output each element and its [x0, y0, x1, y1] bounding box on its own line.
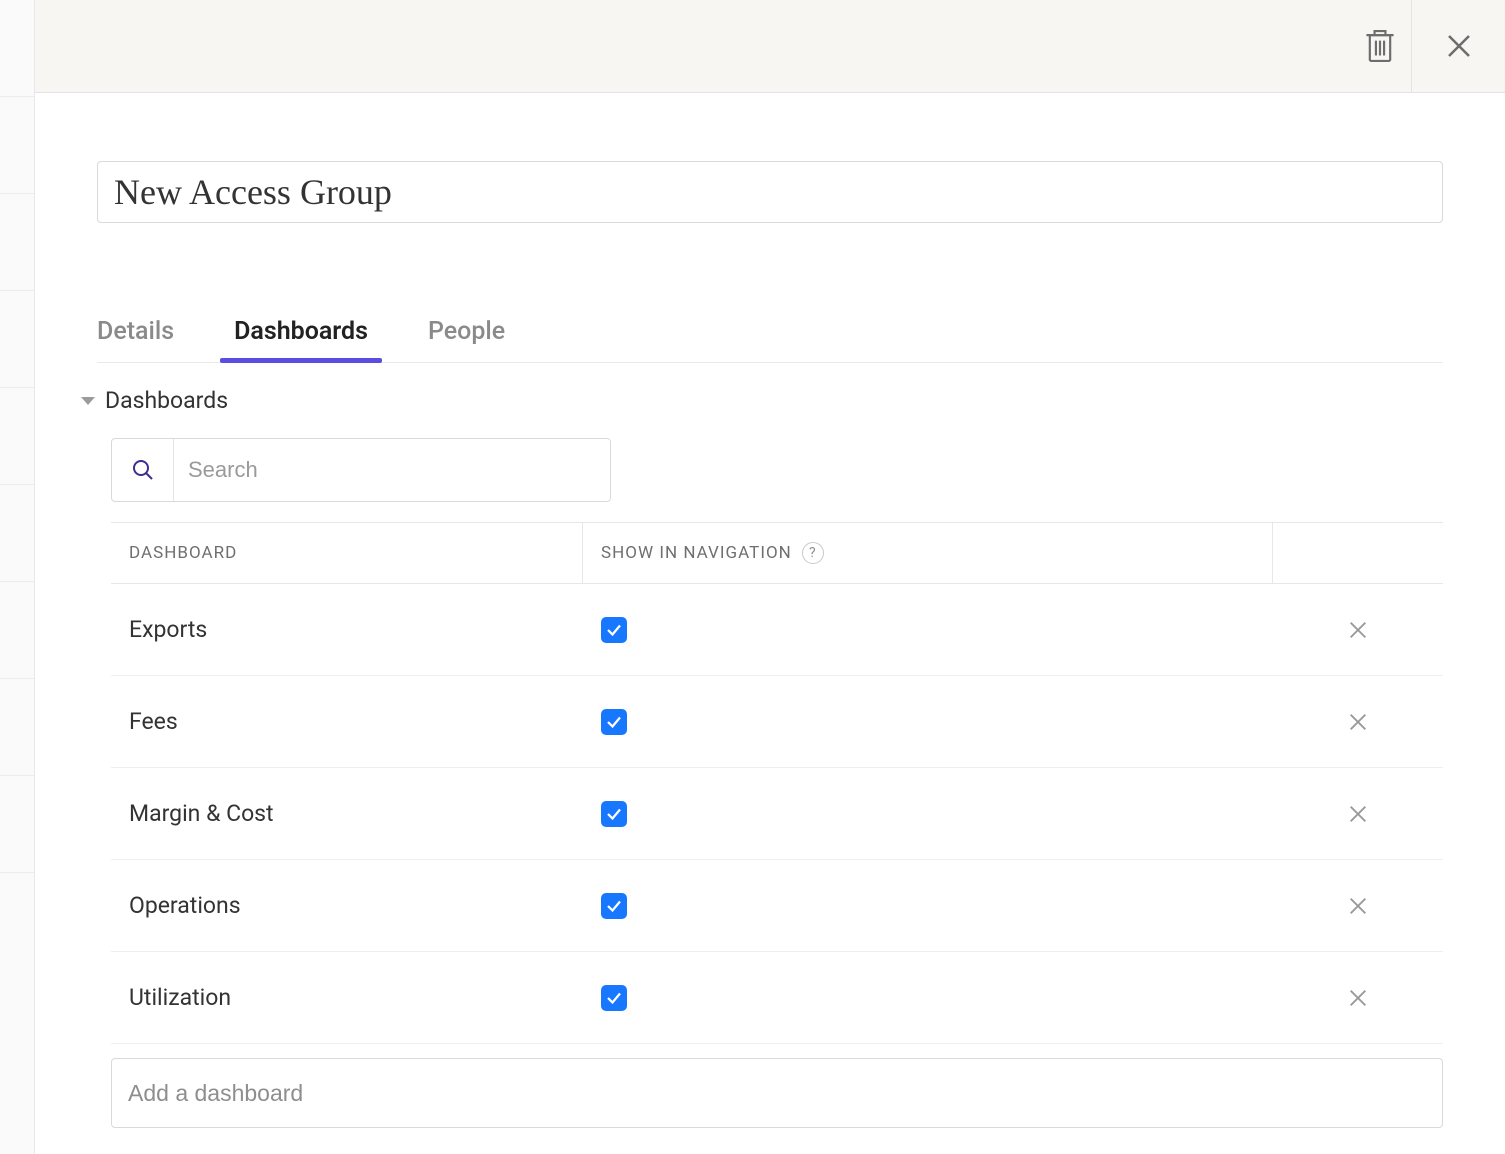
- check-icon: [605, 897, 623, 915]
- remove-cell: [1273, 987, 1443, 1009]
- dashboard-name: Margin & Cost: [111, 800, 583, 827]
- dashboard-name: Fees: [111, 708, 583, 735]
- column-header-dashboard: DASHBOARD: [111, 523, 583, 583]
- show-in-nav-checkbox[interactable]: [601, 801, 627, 827]
- tab-bar: Details Dashboards People: [97, 317, 1443, 363]
- show-in-nav-cell: [583, 709, 1273, 735]
- search-input[interactable]: [174, 439, 610, 501]
- dashboards-grid: DASHBOARD SHOW IN NAVIGATION ? Exports Fe…: [111, 522, 1443, 1044]
- column-header-show: SHOW IN NAVIGATION ?: [583, 523, 1273, 583]
- remove-cell: [1273, 803, 1443, 825]
- show-in-nav-cell: [583, 985, 1273, 1011]
- check-icon: [605, 621, 623, 639]
- tab-details[interactable]: Details: [97, 317, 174, 362]
- remove-cell: [1273, 711, 1443, 733]
- dashboard-name: Operations: [111, 892, 583, 919]
- trash-icon: [1363, 27, 1397, 65]
- search-box: [111, 438, 611, 502]
- show-in-nav-checkbox[interactable]: [601, 709, 627, 735]
- check-icon: [605, 805, 623, 823]
- table-row: Margin & Cost: [111, 768, 1443, 860]
- remove-icon[interactable]: [1347, 987, 1369, 1009]
- help-tooltip[interactable]: ?: [802, 542, 824, 564]
- column-header-show-label: SHOW IN NAVIGATION: [601, 543, 792, 563]
- title-input[interactable]: [97, 161, 1443, 223]
- table-row: Exports: [111, 584, 1443, 676]
- search-icon: [131, 458, 155, 482]
- tab-dashboards[interactable]: Dashboards: [234, 317, 368, 362]
- remove-cell: [1273, 619, 1443, 641]
- table-row: Operations: [111, 860, 1443, 952]
- remove-icon[interactable]: [1347, 619, 1369, 641]
- top-bar: [35, 0, 1505, 93]
- dashboards-section: Dashboards DASHBOARD SHOW IN NAVIGATION: [97, 387, 1443, 1128]
- dashboard-name: Utilization: [111, 984, 583, 1011]
- dashboard-name: Exports: [111, 616, 583, 643]
- show-in-nav-cell: [583, 617, 1273, 643]
- close-button[interactable]: [1411, 0, 1505, 93]
- check-icon: [605, 989, 623, 1007]
- remove-icon[interactable]: [1347, 895, 1369, 917]
- section-title: Dashboards: [105, 387, 228, 414]
- check-icon: [605, 713, 623, 731]
- show-in-nav-checkbox[interactable]: [601, 893, 627, 919]
- add-dashboard-input[interactable]: [111, 1058, 1443, 1128]
- search-icon-cell: [112, 439, 174, 501]
- close-icon: [1444, 31, 1474, 61]
- remove-cell: [1273, 895, 1443, 917]
- show-in-nav-checkbox[interactable]: [601, 617, 627, 643]
- show-in-nav-cell: [583, 801, 1273, 827]
- show-in-nav-cell: [583, 893, 1273, 919]
- show-in-nav-checkbox[interactable]: [601, 985, 627, 1011]
- panel: Details Dashboards People Dashboards: [34, 0, 1505, 1154]
- section-header[interactable]: Dashboards: [81, 387, 1443, 414]
- background-stripes: [0, 0, 34, 1154]
- table-row: Utilization: [111, 952, 1443, 1044]
- grid-header: DASHBOARD SHOW IN NAVIGATION ?: [111, 522, 1443, 584]
- remove-icon[interactable]: [1347, 711, 1369, 733]
- table-row: Fees: [111, 676, 1443, 768]
- tab-people[interactable]: People: [428, 317, 505, 362]
- caret-down-icon: [81, 397, 95, 405]
- column-header-actions: [1273, 523, 1443, 583]
- delete-button[interactable]: [1349, 0, 1411, 93]
- remove-icon[interactable]: [1347, 803, 1369, 825]
- panel-content: Details Dashboards People Dashboards: [35, 93, 1505, 1128]
